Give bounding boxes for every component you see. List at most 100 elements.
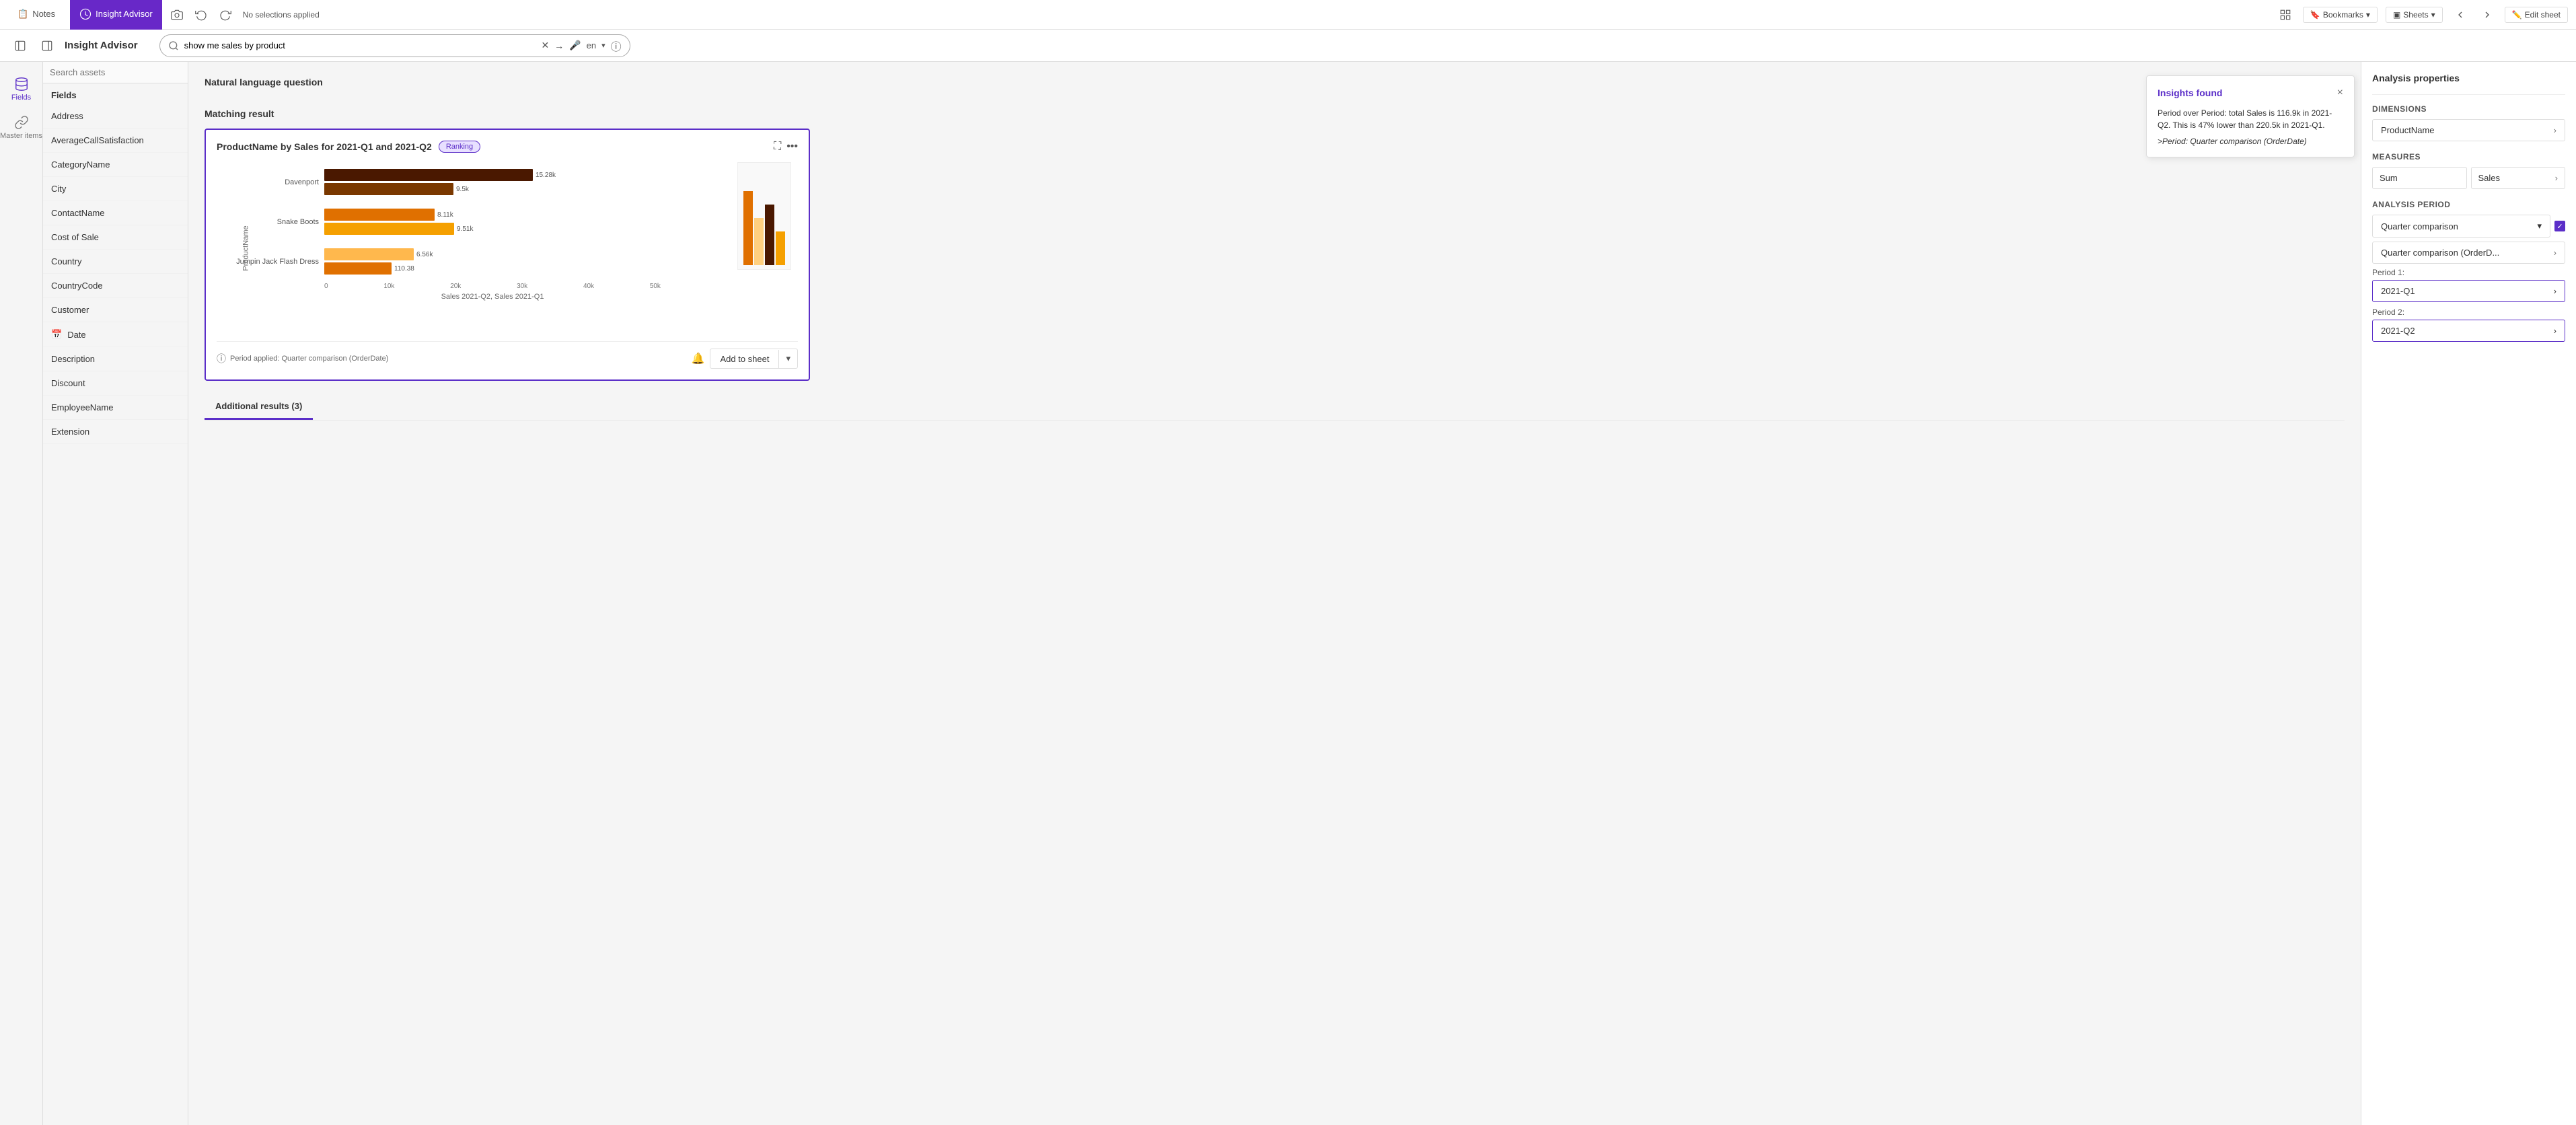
insights-link[interactable]: >Period: Quarter comparison (OrderDate) bbox=[2158, 137, 2343, 146]
sidebar-toggle-icon[interactable] bbox=[11, 36, 30, 55]
field-item-city[interactable]: City bbox=[43, 177, 188, 201]
undo-icon[interactable] bbox=[192, 5, 211, 24]
period1-label: Period 1: bbox=[2372, 268, 2565, 277]
x-axis-0: 0 bbox=[324, 283, 328, 290]
bar-chart-container: ProductName Davenport 15.28k bbox=[217, 162, 798, 334]
search-input[interactable] bbox=[184, 40, 542, 50]
chart-header: ProductName by Sales for 2021-Q1 and 202… bbox=[217, 141, 798, 153]
master-items-label: Master items bbox=[0, 132, 42, 140]
bar-jjfd-1: 6.56k bbox=[324, 248, 731, 260]
period2-label: Period 2: bbox=[2372, 307, 2565, 317]
bell-icon[interactable]: 🔔 bbox=[692, 352, 705, 365]
search-bar[interactable]: ✕ → 🎤 en ▾ ⓘ bbox=[159, 34, 630, 57]
field-item-customer[interactable]: Customer bbox=[43, 298, 188, 322]
measure-sales[interactable]: Sales › bbox=[2471, 167, 2566, 189]
dimensions-label: Dimensions bbox=[2372, 104, 2565, 114]
dimension-productname[interactable]: ProductName › bbox=[2372, 119, 2565, 141]
field-item-date[interactable]: 📅 Date bbox=[43, 322, 188, 347]
add-to-sheet-dropdown-icon[interactable]: ▾ bbox=[779, 349, 797, 368]
x-axis-10k: 10k bbox=[383, 283, 394, 290]
field-item-discount[interactable]: Discount bbox=[43, 371, 188, 396]
add-to-sheet-btn[interactable]: Add to sheet ▾ bbox=[710, 349, 798, 369]
quarter-comparison-chevron-icon: › bbox=[2554, 248, 2556, 258]
additional-results: Additional results (3) bbox=[205, 392, 2345, 421]
period2-select[interactable]: 2021-Q2 › bbox=[2372, 320, 2565, 342]
add-to-sheet-label[interactable]: Add to sheet bbox=[710, 350, 779, 368]
nl-question-title: Natural language question bbox=[205, 77, 323, 87]
field-name-countrycode: CountryCode bbox=[51, 281, 103, 291]
search-submit-icon[interactable]: → bbox=[554, 40, 564, 51]
field-name-costofsale: Cost of Sale bbox=[51, 232, 99, 242]
quarter-comparison-item[interactable]: Quarter comparison (OrderD... › bbox=[2372, 242, 2565, 264]
field-name-country: Country bbox=[51, 256, 82, 266]
bookmarks-button[interactable]: 🔖 Bookmarks ▾ bbox=[2303, 7, 2378, 23]
field-item-address[interactable]: Address bbox=[43, 104, 188, 129]
field-item-categoryname[interactable]: CategoryName bbox=[43, 153, 188, 177]
measure-sum[interactable]: Sum bbox=[2372, 167, 2467, 189]
tab-insight-advisor[interactable]: Insight Advisor bbox=[70, 0, 162, 30]
grid-icon[interactable] bbox=[2276, 5, 2295, 24]
search-assets-input[interactable] bbox=[43, 62, 188, 83]
dimensions-section: Dimensions ProductName › bbox=[2372, 104, 2565, 141]
bar-davenport-2: 9.5k bbox=[324, 183, 731, 195]
analysis-period-checkbox[interactable]: ✓ bbox=[2554, 221, 2565, 231]
clear-search-icon[interactable]: ✕ bbox=[541, 40, 549, 51]
field-name-contactname: ContactName bbox=[51, 208, 104, 218]
field-name-discount: Discount bbox=[51, 378, 85, 388]
fields-icon bbox=[14, 77, 29, 92]
bar-val-snakeboots-q1: 9.51k bbox=[457, 225, 473, 233]
field-name-address: Address bbox=[51, 111, 83, 121]
field-name-description: Description bbox=[51, 354, 95, 364]
field-item-averagecall[interactable]: AverageCallSatisfaction bbox=[43, 129, 188, 153]
analysis-period-dropdown[interactable]: Quarter comparison ▾ bbox=[2372, 215, 2550, 238]
sheets-button[interactable]: ▣ Sheets ▾ bbox=[2386, 7, 2443, 23]
field-item-countrycode[interactable]: CountryCode bbox=[43, 274, 188, 298]
expand-icon[interactable]: ⛶ bbox=[774, 141, 781, 153]
chart-footer-actions: 🔔 Add to sheet ▾ bbox=[692, 349, 798, 369]
field-item-country[interactable]: Country bbox=[43, 250, 188, 274]
help-icon[interactable]: ⓘ bbox=[611, 38, 622, 54]
field-item-extension[interactable]: Extension bbox=[43, 420, 188, 444]
bar-fill-jjfd-q1 bbox=[324, 262, 392, 275]
sidebar-toggle2-icon[interactable] bbox=[38, 36, 57, 55]
sidebar-item-master-items[interactable]: Master items bbox=[0, 108, 42, 147]
camera-icon[interactable] bbox=[168, 5, 186, 24]
info-icon: ⓘ bbox=[217, 352, 226, 365]
bar-fill-davenport-q2 bbox=[324, 169, 533, 181]
edit-sheet-button[interactable]: ✏️ Edit sheet bbox=[2505, 7, 2568, 23]
field-item-description[interactable]: Description bbox=[43, 347, 188, 371]
additional-results-label: Additional results (3) bbox=[215, 401, 302, 411]
bar-fill-snakeboots-q1 bbox=[324, 223, 454, 235]
quarter-comparison-label: Quarter comparison (OrderD... bbox=[2381, 248, 2499, 258]
dropdown-chevron-icon: ▾ bbox=[2537, 221, 2542, 231]
field-name-extension: Extension bbox=[51, 427, 89, 437]
tab-notes[interactable]: 📋 Notes bbox=[8, 0, 65, 30]
mini-bar-2 bbox=[754, 218, 764, 265]
field-item-contactname[interactable]: ContactName bbox=[43, 201, 188, 225]
additional-results-tab[interactable]: Additional results (3) bbox=[205, 394, 313, 420]
top-bar: 📋 Notes Insight Advisor No selections ap… bbox=[0, 0, 2576, 30]
sidebar-item-fields[interactable]: Fields bbox=[0, 70, 42, 108]
edit-icon: ✏️ bbox=[2512, 10, 2522, 20]
field-item-costofsale[interactable]: Cost of Sale bbox=[43, 225, 188, 250]
bar-val-jjfd-q2: 6.56k bbox=[416, 251, 433, 258]
insights-close-button[interactable]: × bbox=[2337, 87, 2343, 99]
lang-selector[interactable]: en bbox=[587, 40, 596, 50]
period1-select[interactable]: 2021-Q1 › bbox=[2372, 280, 2565, 302]
prev-sheet-icon[interactable] bbox=[2451, 5, 2470, 24]
lang-chevron-icon[interactable]: ▾ bbox=[601, 41, 605, 50]
analysis-panel-title: Analysis properties bbox=[2372, 73, 2565, 83]
redo-icon[interactable] bbox=[216, 5, 235, 24]
x-axis-20k: 20k bbox=[450, 283, 461, 290]
field-name-date: Date bbox=[67, 330, 85, 340]
field-item-employeename[interactable]: EmployeeName bbox=[43, 396, 188, 420]
voice-icon[interactable]: 🎤 bbox=[569, 40, 581, 51]
field-name-city: City bbox=[51, 184, 66, 194]
mini-chart-bars bbox=[743, 191, 785, 265]
more-options-icon[interactable]: ••• bbox=[786, 141, 798, 153]
field-name-categoryname: CategoryName bbox=[51, 159, 110, 170]
next-sheet-icon[interactable] bbox=[2478, 5, 2497, 24]
period-info: ⓘ Period applied: Quarter comparison (Or… bbox=[217, 352, 388, 365]
bar-val-davenport-q2: 15.28k bbox=[536, 172, 556, 179]
measure-sum-label: Sum bbox=[2380, 173, 2398, 183]
